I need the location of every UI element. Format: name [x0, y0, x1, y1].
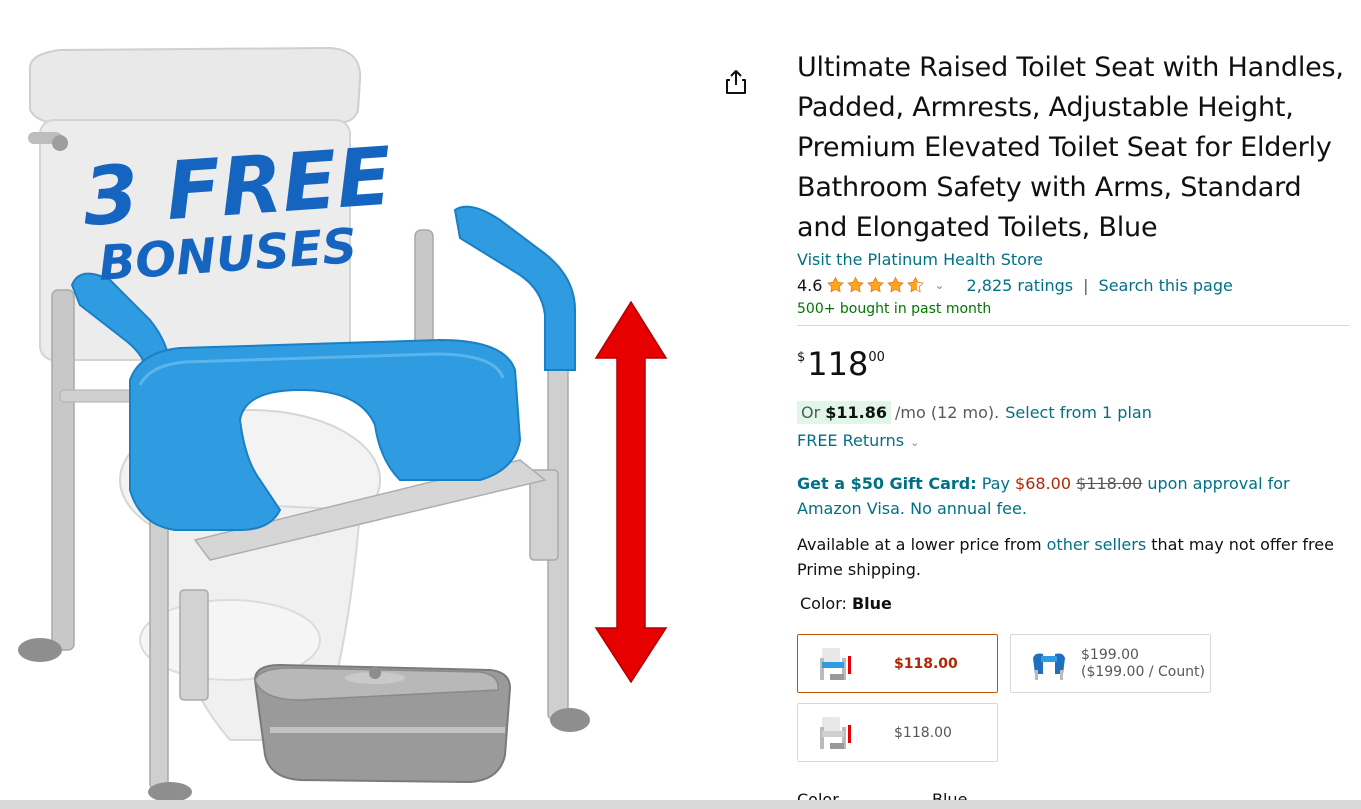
share-icon [726, 70, 746, 94]
price-symbol: $ [797, 350, 806, 365]
share-button[interactable] [720, 66, 752, 98]
product-thumbnail [820, 716, 851, 749]
ratings-count-link[interactable]: 2,825 ratings [967, 276, 1074, 295]
price: $ 118 00 [797, 346, 1349, 386]
gift-card-offer[interactable]: Get a $50 Gift Card: Pay $68.00 $118.00 … [797, 471, 1349, 521]
star-half-icon [907, 276, 925, 293]
monthly-prefix: Or [801, 402, 821, 422]
select-plan-link[interactable]: Select from 1 plan [1005, 403, 1152, 422]
product-title: Ultimate Raised Toilet Seat with Handles… [797, 52, 1344, 243]
product-details: Ultimate Raised Toilet Seat with Handles… [797, 48, 1349, 613]
color-swatches: $118.00 $199.00 ($199.00 / Count) $118.0… [797, 634, 1217, 764]
color-value: Blue [851, 594, 892, 613]
swatch-option[interactable]: $199.00 ($199.00 / Count) [1010, 634, 1211, 693]
swatch-price: $199.00 [1081, 646, 1139, 663]
lower-price-prefix: Available at a lower price from [797, 535, 1042, 554]
swatch-unit-price: ($199.00 / Count) [1081, 663, 1206, 680]
price-fraction: 00 [868, 350, 885, 365]
chevron-down-icon[interactable]: ⌄ [934, 278, 944, 292]
product-thumbnail [820, 647, 851, 680]
swatch-price-block: $199.00 ($199.00 / Count) [1081, 647, 1205, 681]
swatch-option[interactable]: $118.00 [797, 634, 998, 693]
star-rating[interactable] [826, 276, 926, 294]
price-whole: 118 [807, 345, 869, 383]
color-selector-label: Color: Blue [800, 594, 1349, 613]
other-sellers-link[interactable]: other sellers [1047, 535, 1147, 554]
gift-card-old-price: $118.00 [1076, 474, 1143, 493]
monthly-badge: Or $11.86 [797, 400, 892, 424]
horizontal-scrollbar[interactable] [0, 800, 1361, 809]
star-icon [887, 276, 905, 293]
free-returns[interactable]: FREE Returns ⌄ [797, 431, 1349, 450]
lower-price-notice: Available at a lower price from other se… [797, 532, 1349, 582]
free-returns-label: FREE Returns [797, 431, 905, 450]
rating-row: 4.6 ⌄ 2,825 ratings | Search this page [797, 275, 1349, 295]
star-icon [847, 276, 865, 293]
swatch-price: $118.00 [894, 655, 958, 672]
star-icon [827, 276, 845, 293]
gift-card-pay: Pay [981, 474, 1010, 493]
gift-card-new-price: $68.00 [1015, 474, 1071, 493]
gift-card-title: Get a $50 Gift Card: [797, 474, 977, 493]
rating-value: 4.6 [797, 275, 823, 295]
product-thumbnail [1033, 653, 1065, 680]
monthly-suffix: /mo (12 mo). [895, 402, 1000, 422]
product-image[interactable]: 3 FREE BONUSES [0, 40, 700, 809]
star-icon [867, 276, 885, 293]
swatch-price: $118.00 [894, 724, 952, 741]
separator: | [1083, 275, 1089, 295]
search-page-link[interactable]: Search this page [1099, 276, 1233, 295]
chevron-down-icon: ⌄ [910, 436, 920, 449]
monthly-payment: Or $11.86 /mo (12 mo). Select from 1 pla… [797, 400, 1349, 424]
divider [797, 325, 1349, 326]
bought-badge: 500+ bought in past month [797, 301, 992, 317]
swatch-option[interactable]: $118.00 [797, 703, 998, 762]
monthly-amount: $11.86 [825, 402, 888, 422]
store-link[interactable]: Visit the Platinum Health Store [797, 250, 1349, 270]
color-label: Color: [800, 594, 847, 613]
